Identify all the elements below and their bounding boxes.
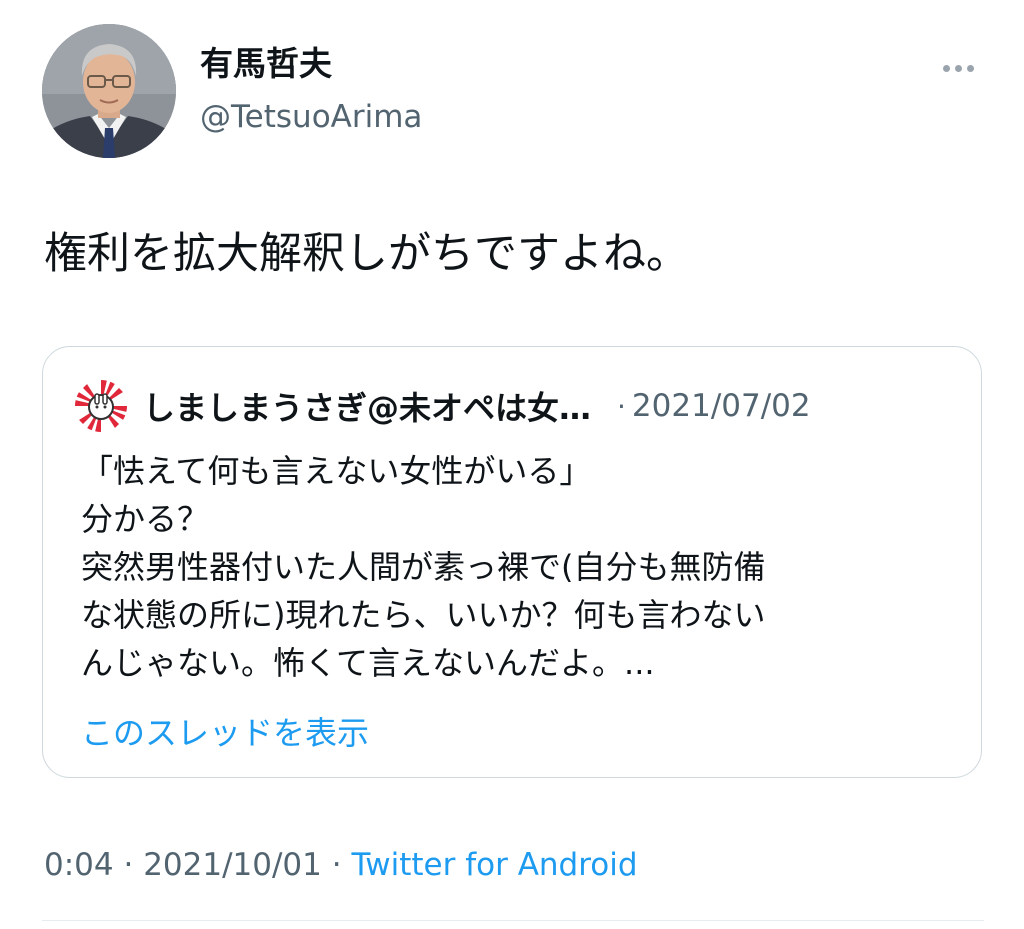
quoted-date[interactable]: 2021/07/02 — [632, 388, 811, 424]
meta-separator: · — [123, 847, 134, 883]
quoted-author-avatar[interactable] — [75, 380, 127, 432]
more-horizontal-icon-dot — [966, 64, 974, 72]
author-display-name[interactable]: 有馬哲夫 — [200, 42, 332, 86]
quoted-text-line: んじゃない。怖くて言えないんだよ。... — [81, 644, 655, 682]
more-options-button[interactable] — [930, 50, 986, 86]
quoted-text-line: 「怯えて何も言えない女性がいる」 — [81, 452, 592, 490]
quoted-text-line: 突然男性器付いた人間が素っ裸で(自分も無防備 — [81, 548, 766, 586]
quoted-text-line: な状態の所に)現れたら、いいか？何も言わない — [81, 596, 766, 634]
author-handle[interactable]: @TetsuoArima — [200, 96, 422, 138]
tweet-time[interactable]: 0:04 — [44, 847, 114, 883]
author-avatar[interactable] — [42, 24, 176, 158]
divider — [42, 920, 984, 921]
more-horizontal-icon — [942, 64, 950, 72]
tweet-date[interactable]: 2021/10/01 — [143, 847, 322, 883]
quoted-tweet-text: 「怯えて何も言えない女性がいる」 分かる？ 突然男性器付いた人間が素っ裸で(自分… — [81, 447, 961, 687]
quoted-author-name[interactable]: しましまうさぎ@未オペは女… — [143, 383, 591, 429]
quoted-tweet-header: しましまうさぎ@未オペは女… · 2021/07/02 — [75, 380, 951, 432]
tweet-meta: 0:04 · 2021/10/01 · Twitter for Android — [44, 842, 638, 888]
more-horizontal-icon-dot — [954, 64, 962, 72]
tweet-text: 権利を拡大解釈しがちですよね。 — [44, 229, 689, 279]
show-thread-link[interactable]: このスレッドを表示 — [81, 709, 369, 757]
quoted-tweet-card[interactable]: しましまうさぎ@未オペは女… · 2021/07/02 「怯えて何も言えない女性… — [42, 346, 982, 778]
tweet-source-link[interactable]: Twitter for Android — [351, 847, 637, 883]
quoted-text-line: 分かる？ — [81, 500, 210, 538]
meta-separator: · — [331, 847, 342, 883]
quoted-separator: · — [617, 389, 626, 423]
